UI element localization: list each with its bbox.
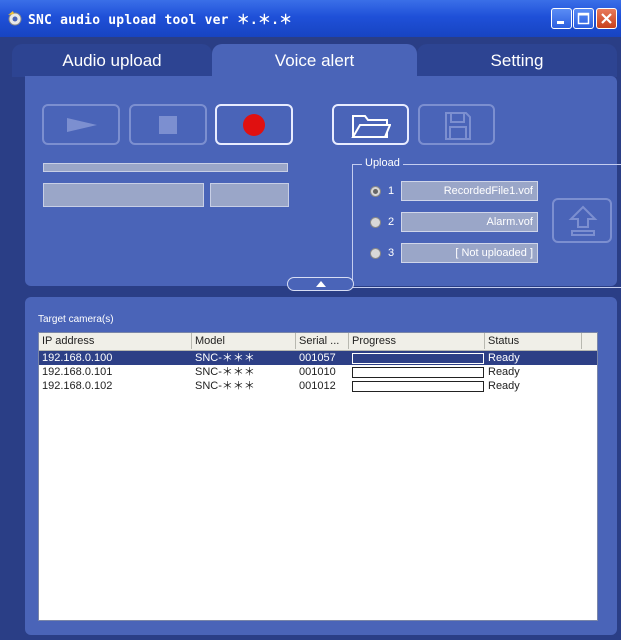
- play-button[interactable]: [42, 104, 120, 145]
- slot-2-number: 2: [388, 216, 395, 228]
- slot-1-radio[interactable]: [370, 186, 381, 197]
- column-serial[interactable]: Serial ...: [296, 333, 349, 349]
- recording-length-field: [210, 183, 289, 207]
- slot-3-file: [ Not uploaded ]: [401, 243, 538, 263]
- minimize-button[interactable]: [551, 8, 572, 29]
- record-progress-bar: [43, 163, 288, 172]
- list-header: IP address Model Serial ... Progress Sta…: [39, 333, 597, 351]
- maximize-icon: [577, 12, 590, 25]
- stop-icon: [159, 116, 177, 134]
- ip-cell: 192.168.0.102: [42, 380, 113, 392]
- maximize-button[interactable]: [573, 8, 594, 29]
- slot-3-number: 3: [388, 247, 395, 259]
- progress-bar: [352, 353, 484, 364]
- minimize-icon: [557, 21, 564, 24]
- stop-button[interactable]: [129, 104, 207, 145]
- status-cell: Ready: [488, 352, 520, 364]
- save-icon: [445, 112, 471, 140]
- status-cell: Ready: [488, 366, 520, 378]
- ip-cell: 192.168.0.101: [42, 366, 113, 378]
- open-folder-icon: [351, 115, 391, 138]
- chevron-up-icon: [316, 281, 326, 287]
- tab-strip: Audio upload Voice alert Setting: [12, 44, 617, 77]
- slot-1-file: RecordedFile1.vof: [401, 181, 538, 201]
- record-icon: [243, 114, 265, 136]
- play-icon: [67, 118, 97, 132]
- status-cell: Ready: [488, 380, 520, 392]
- voice-alert-panel: Upload 1 RecordedFile1.vof 2 Alarm.vof 3…: [25, 76, 621, 288]
- recording-time-field: [43, 183, 204, 207]
- record-button[interactable]: [215, 104, 293, 145]
- slot-2-file: Alarm.vof: [401, 212, 538, 232]
- progress-bar: [352, 381, 484, 392]
- open-file-button[interactable]: [332, 104, 409, 145]
- slot-3-radio[interactable]: [370, 248, 381, 259]
- window-title: SNC audio upload tool ver ＊.＊.＊: [28, 13, 293, 28]
- slot-2-radio[interactable]: [370, 217, 381, 228]
- model-cell: SNC-＊＊＊: [195, 352, 255, 364]
- column-status[interactable]: Status: [485, 333, 582, 349]
- close-button[interactable]: [596, 8, 617, 29]
- slot-1-number: 1: [388, 185, 395, 197]
- serial-cell: 001057: [299, 352, 336, 364]
- model-cell: SNC-＊＊＊: [195, 380, 255, 392]
- app-window: SNC audio upload tool ver ＊.＊.＊ Audio up…: [0, 0, 621, 640]
- tab-setting[interactable]: Setting: [417, 44, 617, 77]
- upload-arrow-icon: [568, 205, 598, 236]
- column-model[interactable]: Model: [192, 333, 296, 349]
- table-row[interactable]: 192.168.0.100 SNC-＊＊＊ 001057 Ready: [39, 351, 597, 365]
- tab-audio-upload[interactable]: Audio upload: [12, 44, 212, 77]
- save-file-button[interactable]: [418, 104, 495, 145]
- target-cameras-label: Target camera(s): [38, 314, 114, 325]
- upload-group: Upload 1 RecordedFile1.vof 2 Alarm.vof 3…: [352, 157, 621, 288]
- table-row[interactable]: 192.168.0.101 SNC-＊＊＊ 001010 Ready: [39, 365, 597, 379]
- upload-legend: Upload: [362, 157, 403, 169]
- title-bar[interactable]: SNC audio upload tool ver ＊.＊.＊: [0, 0, 621, 37]
- model-cell: SNC-＊＊＊: [195, 366, 255, 378]
- upload-button[interactable]: [552, 198, 612, 243]
- collapse-button[interactable]: [287, 277, 354, 291]
- table-row[interactable]: 192.168.0.102 SNC-＊＊＊ 001012 Ready: [39, 379, 597, 393]
- serial-cell: 001012: [299, 380, 336, 392]
- column-progress[interactable]: Progress: [349, 333, 485, 349]
- app-icon: [8, 11, 22, 26]
- tab-voice-alert[interactable]: Voice alert: [212, 44, 417, 77]
- camera-list[interactable]: IP address Model Serial ... Progress Sta…: [38, 332, 598, 621]
- ip-cell: 192.168.0.100: [42, 352, 113, 364]
- column-ip-address[interactable]: IP address: [39, 333, 192, 349]
- progress-bar: [352, 367, 484, 378]
- serial-cell: 001010: [299, 366, 336, 378]
- close-icon: [601, 13, 612, 24]
